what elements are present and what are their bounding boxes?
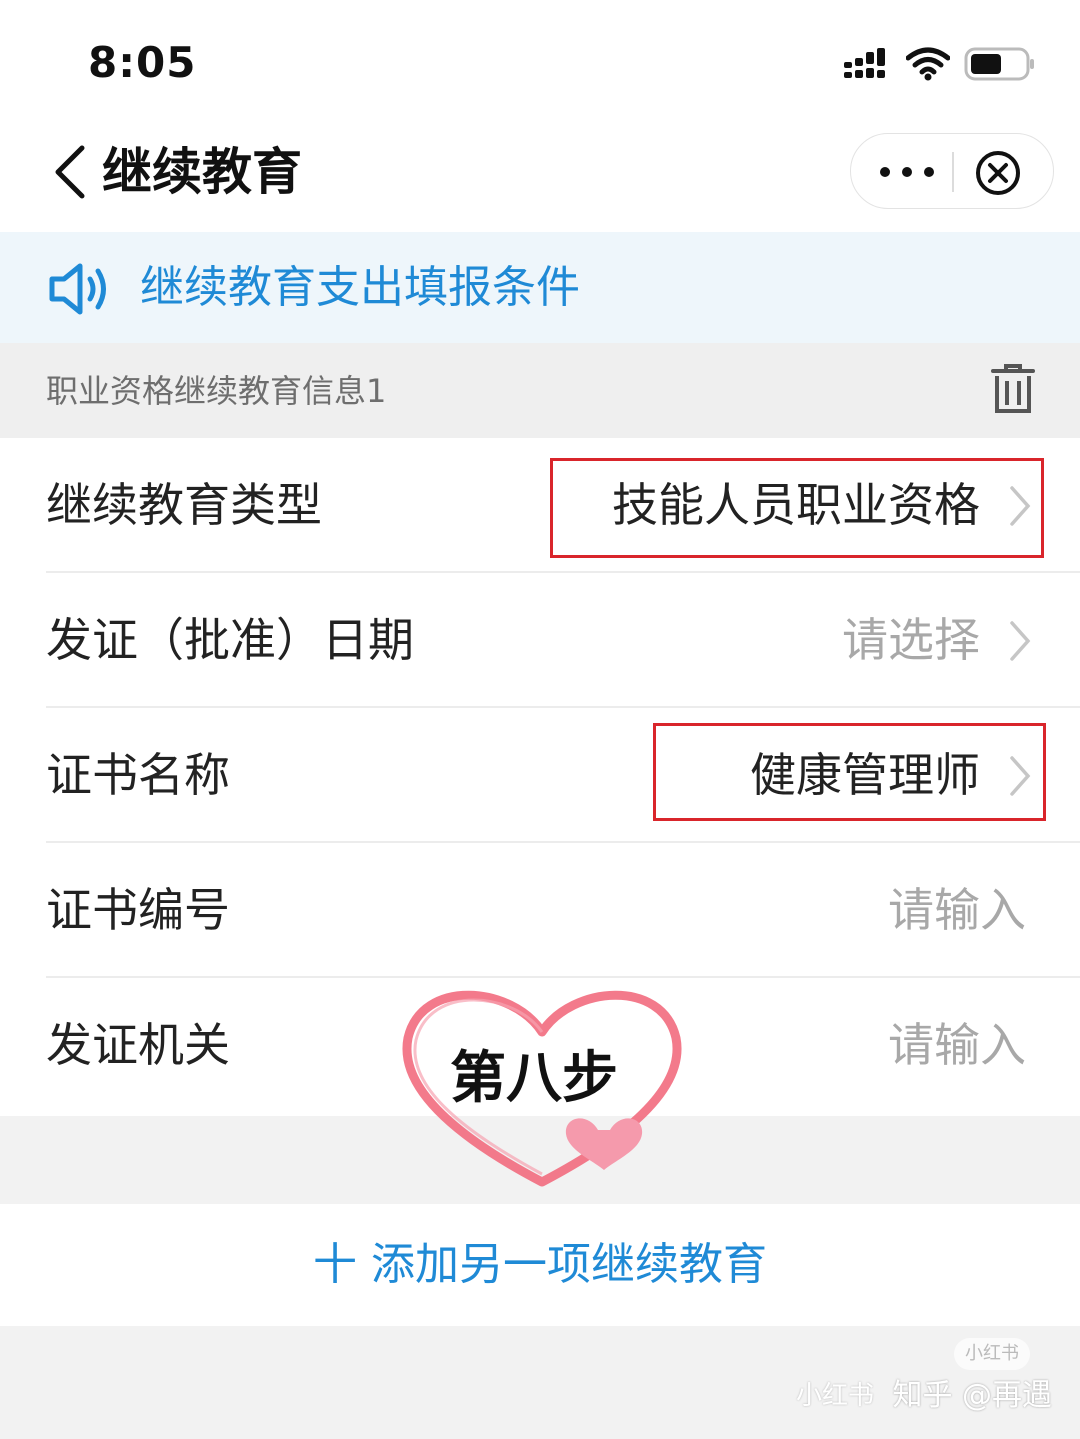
status-icons [844, 44, 1036, 84]
add-education-button[interactable]: 十 添加另一项继续教育 [0, 1234, 1080, 1296]
step-sticker-label: 第八步 [450, 1046, 618, 1111]
issuing-authority-label: 发证机关 [46, 1018, 230, 1072]
signal-icon [844, 48, 885, 78]
certificate-number-input[interactable]: 请输入 [888, 879, 1026, 941]
certificate-number-label: 证书编号 [46, 883, 230, 937]
nav-bar: 继续教育 [0, 120, 1080, 232]
watermark-left: 小红书 [796, 1381, 875, 1411]
section-title: 职业资格继续教育信息1 [46, 372, 387, 410]
back-icon[interactable] [46, 142, 96, 202]
education-type-label: 继续教育类型 [46, 478, 322, 532]
form-row-certificate-number[interactable]: 证书编号 请输入 [46, 843, 1080, 978]
speaker-icon [49, 263, 106, 315]
section-header: 职业资格继续教育信息1 [0, 343, 1080, 438]
issue-date-label: 发证（批准）日期 [46, 613, 414, 667]
close-icon[interactable] [974, 149, 1022, 197]
capsule-divider [952, 152, 954, 192]
status-time: 8:05 [88, 38, 197, 87]
watermark-badge: 小红书 [954, 1338, 1030, 1370]
chevron-right-icon [1010, 621, 1031, 661]
add-education-bar[interactable]: 十 添加另一项继续教育 [0, 1204, 1080, 1326]
form-row-issue-date[interactable]: 发证（批准）日期 请选择 [46, 573, 1080, 708]
watermark: 知乎 @再遇 [892, 1378, 1052, 1413]
trash-icon[interactable] [990, 363, 1036, 415]
notice-link[interactable]: 继续教育支出填报条件 [140, 260, 580, 316]
highlight-box-education-type [550, 458, 1044, 558]
status-bar: 8:05 [0, 0, 1080, 120]
notice-bar[interactable]: 继续教育支出填报条件 [0, 232, 1080, 343]
highlight-box-certificate-name [653, 723, 1046, 821]
certificate-name-label: 证书名称 [46, 748, 230, 802]
issue-date-select[interactable]: 请选择 [842, 609, 980, 671]
battery-icon [964, 47, 1034, 81]
issuing-authority-input[interactable]: 请输入 [888, 1014, 1026, 1076]
more-icon[interactable] [877, 156, 937, 188]
page-title: 继续教育 [102, 143, 302, 201]
wifi-icon [906, 47, 950, 81]
mini-program-capsule [850, 133, 1054, 209]
